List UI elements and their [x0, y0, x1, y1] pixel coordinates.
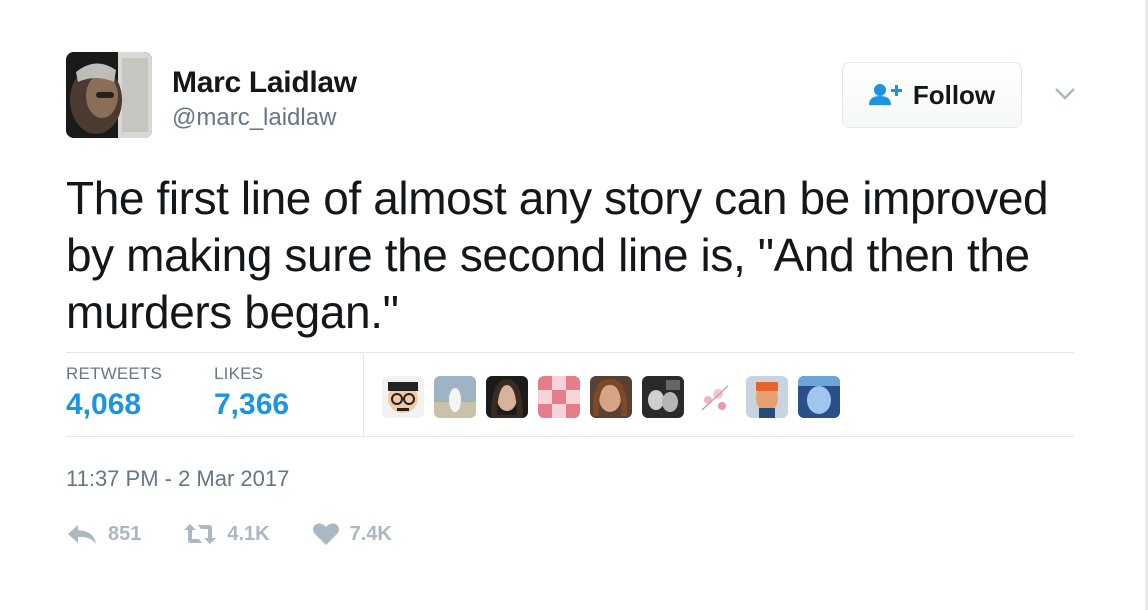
liker-avatar[interactable] — [642, 376, 684, 418]
retweets-label: RETWEETS — [66, 364, 163, 383]
heart-icon — [312, 523, 339, 545]
likers-avatars — [382, 376, 850, 418]
retweet-button[interactable]: 4.1K — [183, 522, 270, 546]
retweet-count: 4.1K — [227, 522, 270, 545]
add-person-icon — [868, 83, 903, 107]
timestamp[interactable]: 11:37 PM - 2 Mar 2017 — [66, 466, 289, 492]
follow-button[interactable]: Follow — [842, 62, 1022, 128]
follow-label: Follow — [912, 79, 996, 110]
retweets-stat[interactable]: RETWEETS 4,068 — [66, 364, 162, 422]
divider-top — [66, 352, 1074, 353]
liker-avatar[interactable] — [590, 376, 632, 418]
tweet-text: The first line of almost any story can b… — [66, 172, 1049, 338]
like-button[interactable]: 7.4K — [312, 522, 392, 546]
liker-avatar[interactable] — [538, 376, 580, 418]
liker-avatar[interactable] — [694, 376, 736, 418]
likes-label: LIKES — [214, 364, 264, 383]
reply-count: 851 — [108, 522, 142, 545]
action-bar: 851 4.1K 7.4K — [66, 522, 434, 546]
likes-stat[interactable]: LIKES 7,366 — [214, 364, 289, 422]
liker-avatar[interactable] — [798, 376, 840, 418]
chevron-down-icon[interactable] — [1050, 84, 1080, 104]
stats-separator — [363, 354, 364, 436]
author-name[interactable]: Marc Laidlaw — [172, 66, 357, 100]
liker-avatar[interactable] — [486, 376, 528, 418]
liker-avatar[interactable] — [382, 376, 424, 418]
liker-avatar[interactable] — [434, 376, 476, 418]
retweet-icon — [184, 524, 217, 544]
reply-button[interactable]: 851 — [66, 522, 141, 546]
tweet-card: Marc Laidlaw @marc_laidlaw Follow The fi… — [0, 0, 1148, 610]
divider-bottom — [66, 436, 1074, 437]
retweets-value: 4,068 — [66, 388, 142, 421]
author-handle[interactable]: @marc_laidlaw — [172, 104, 336, 132]
reply-icon — [68, 525, 96, 544]
avatar[interactable] — [66, 52, 152, 138]
likes-value: 7,366 — [214, 388, 290, 421]
liker-avatar[interactable] — [746, 376, 788, 418]
like-count: 7.4K — [349, 522, 392, 545]
